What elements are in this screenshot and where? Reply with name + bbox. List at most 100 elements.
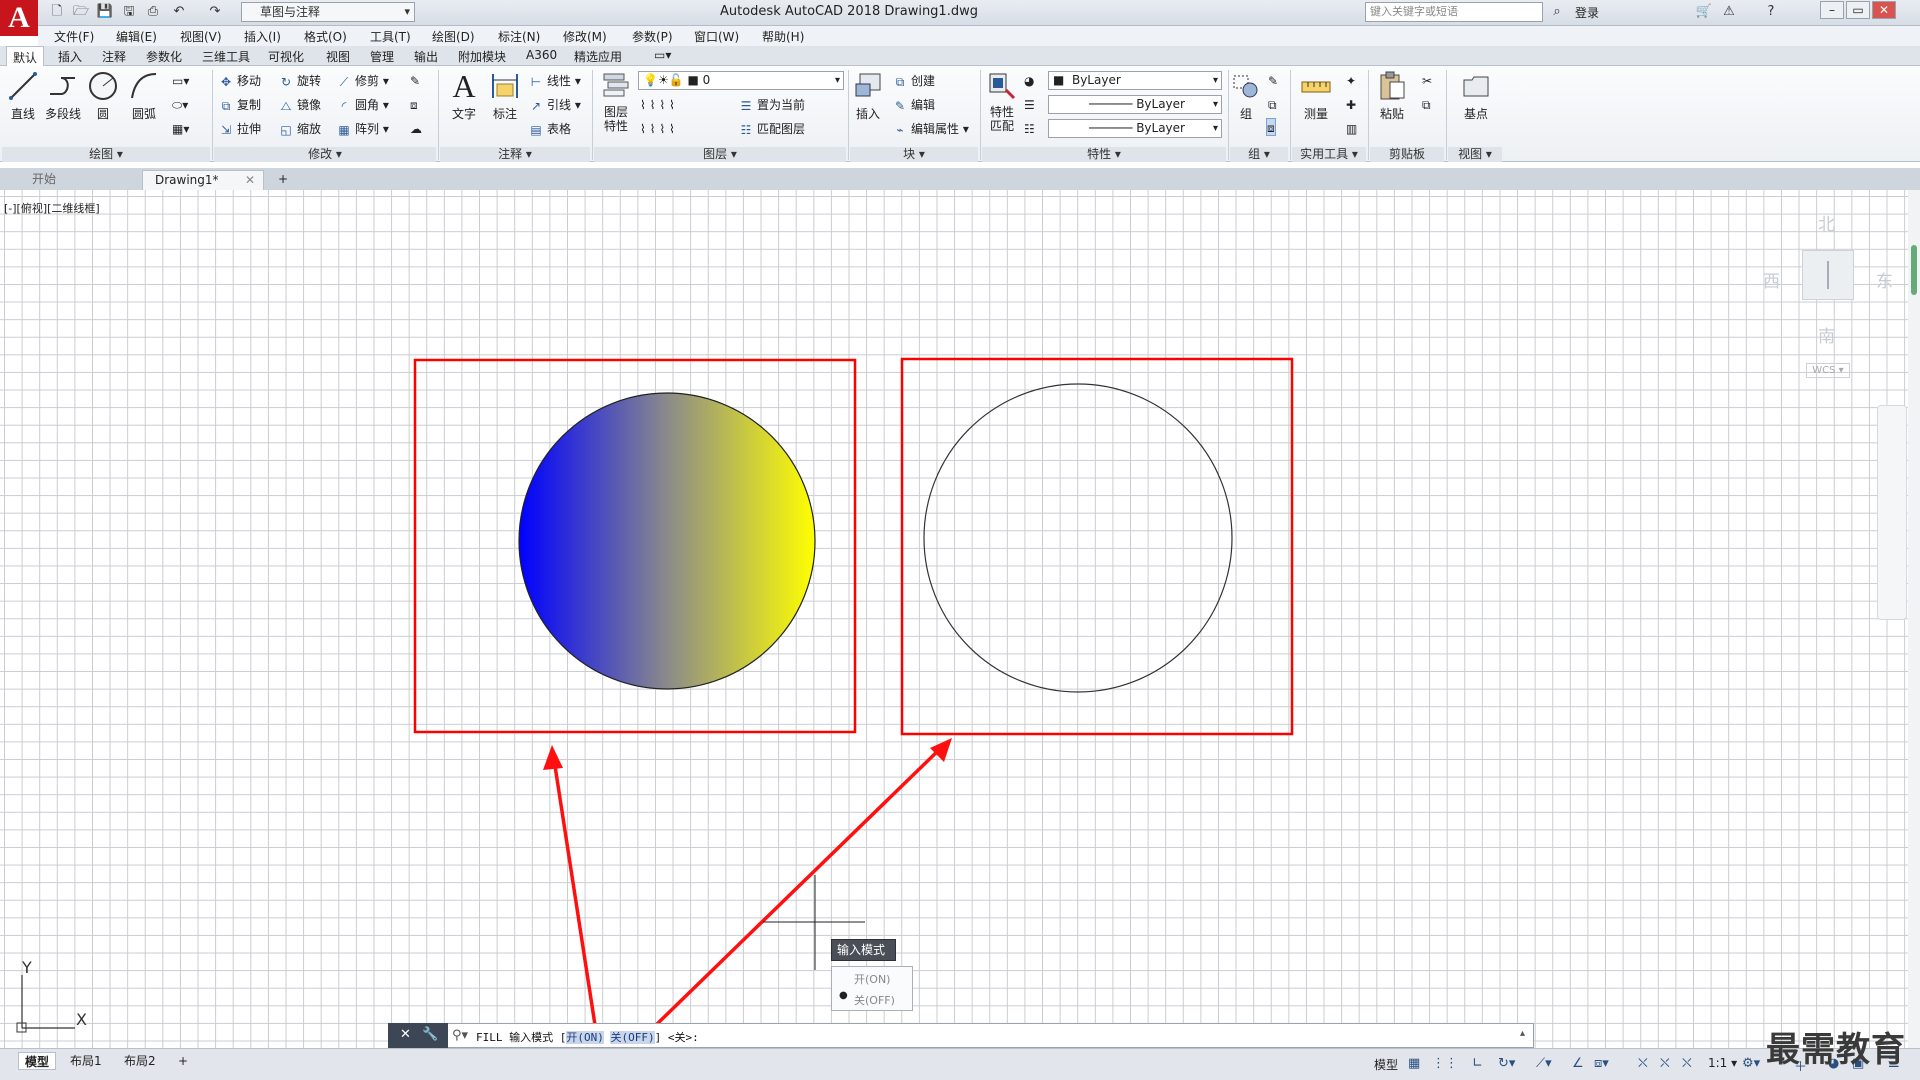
tab-output[interactable]: 输出 — [414, 48, 438, 65]
edit-attributes-button[interactable]: ⌁ 编辑属性 ▾ — [892, 120, 968, 138]
trim-button[interactable]: ⟋ 修剪 ▾ — [336, 72, 389, 90]
color-dropdown[interactable]: ■ ByLayer — [1048, 71, 1222, 90]
linetype-dropdown[interactable]: ────── ByLayer — [1048, 95, 1222, 114]
close-tab-icon[interactable]: ✕ — [245, 171, 255, 189]
tab-a360[interactable]: A360 — [526, 48, 557, 62]
close-command-icon[interactable]: ✕ — [400, 1027, 411, 1042]
match-properties-button[interactable]: 特性匹配 — [982, 70, 1022, 133]
help-icon[interactable]: ? — [1762, 4, 1780, 20]
command-option-on[interactable]: 开(ON) — [566, 1031, 604, 1044]
stretch-button[interactable]: ⇲ 拉伸 — [218, 120, 261, 138]
open-file-icon[interactable]: 🗁 — [72, 4, 90, 20]
panel-draw-title[interactable]: 绘图 ▾ — [2, 147, 210, 162]
menu-file[interactable]: 文件(F) — [54, 28, 94, 45]
command-history-icon[interactable]: ▴ — [1520, 1028, 1525, 1039]
tab-featured-apps[interactable]: 精选应用 — [574, 48, 622, 65]
rectangle-icon[interactable]: ▭▾ — [172, 72, 189, 90]
menu-draw[interactable]: 绘图(D) — [432, 28, 475, 45]
tab-view[interactable]: 视图 — [326, 48, 350, 65]
copy-clip-icon[interactable]: ⧉ — [1422, 96, 1431, 114]
annotation-scale-icon[interactable]: ⛌ — [1682, 1056, 1692, 1071]
polar-icon[interactable]: ↻▾ — [1498, 1056, 1515, 1071]
layout-tab-model[interactable]: 模型 — [18, 1052, 57, 1070]
panel-properties-title[interactable]: 特性 ▾ — [982, 147, 1226, 162]
menu-parametric[interactable]: 参数(P) — [632, 28, 673, 45]
input-mode-on-option[interactable]: 开(ON) — [854, 971, 890, 987]
move-button[interactable]: ✥ 移动 — [218, 72, 261, 90]
group-button[interactable]: 组 — [1226, 70, 1266, 122]
ribbon-options-icon[interactable]: ▭▾ — [654, 48, 671, 62]
panel-view-title[interactable]: 视图 ▾ — [1448, 147, 1502, 162]
fillet-button[interactable]: ◜ 圆角 ▾ — [336, 96, 389, 114]
autocad-logo[interactable]: A — [0, 0, 38, 36]
linear-button[interactable]: ⊢ 线性 ▾ — [528, 72, 581, 90]
create-block-button[interactable]: ⧉ 创建 — [892, 72, 935, 90]
tab-default[interactable]: 默认 — [6, 46, 45, 67]
copy-button[interactable]: ⧉ 复制 — [218, 96, 261, 114]
add-layout-button[interactable]: + — [172, 1052, 194, 1070]
gradient-filled-circle[interactable] — [518, 392, 816, 690]
cart-icon[interactable]: 🛒 — [1695, 4, 1713, 20]
layer-properties-button[interactable]: 图层特性 — [596, 70, 636, 133]
color-wheel-icon[interactable]: ◕ — [1024, 72, 1034, 90]
customize-command-icon[interactable]: 🔧 — [422, 1027, 438, 1042]
scale-button[interactable]: ◱ 缩放 — [278, 120, 321, 138]
polyline-button[interactable]: 多段线 — [43, 70, 83, 122]
table-button[interactable]: ▤ 表格 — [528, 120, 571, 138]
save-as-icon[interactable]: 🖫 — [120, 4, 138, 20]
match-layer-button[interactable]: ☷ 匹配图层 — [738, 120, 805, 138]
panel-utilities-title[interactable]: 实用工具 ▾ — [1292, 147, 1366, 162]
menu-modify[interactable]: 修改(M) — [563, 28, 607, 45]
array-button[interactable]: ▦ 阵列 ▾ — [336, 120, 389, 138]
layout-tab-layout2[interactable]: 布局2 — [118, 1052, 162, 1070]
otrack-icon[interactable]: ∠ — [1572, 1056, 1584, 1071]
viewcube[interactable] — [1802, 250, 1854, 300]
new-tab-button[interactable]: + — [272, 170, 294, 190]
menu-dimension[interactable]: 标注(N) — [498, 28, 540, 45]
viewcube-west[interactable]: 西 — [1763, 267, 1780, 292]
panel-clipboard-title[interactable]: 剪贴板 — [1370, 147, 1444, 162]
workspace-gear-icon[interactable]: ⚙▾ — [1742, 1056, 1760, 1071]
tab-parametric[interactable]: 参数化 — [146, 48, 182, 65]
login-button[interactable]: 登录 — [1575, 4, 1599, 21]
layer-dropdown[interactable]: 💡☀🔓 ■ 0 — [638, 71, 844, 90]
layout-tab-layout1[interactable]: 布局1 — [64, 1052, 108, 1070]
redo-icon[interactable]: ↷ — [206, 4, 224, 20]
ungroup-icon[interactable]: ✎ — [1268, 72, 1278, 90]
tab-start[interactable]: 开始 — [20, 170, 140, 190]
navigation-bar[interactable] — [1877, 405, 1907, 620]
layer-tools-row2[interactable]: ⌇ ⌇ ⌇ ⌇ — [640, 120, 675, 138]
line-button[interactable]: 直线 — [3, 70, 43, 122]
cut-icon[interactable]: ✂ — [1422, 72, 1432, 90]
mirror-button[interactable]: ⧍ 镜像 — [278, 96, 321, 114]
unfilled-circle[interactable] — [923, 383, 1233, 693]
viewcube-north[interactable]: 北 — [1818, 210, 1835, 235]
close-window-button[interactable]: ✕ — [1872, 1, 1896, 19]
viewcube-east[interactable]: 东 — [1876, 267, 1893, 292]
command-prompt-icon[interactable]: ⚲▾ — [452, 1028, 468, 1043]
new-file-icon[interactable]: 🗋 — [48, 4, 66, 20]
viewcube-south[interactable]: 南 — [1818, 322, 1835, 347]
ellipse-icon[interactable]: ⬭▾ — [172, 96, 188, 114]
menu-help[interactable]: 帮助(H) — [762, 28, 804, 45]
minimize-button[interactable]: – — [1820, 1, 1844, 19]
undo-icon[interactable]: ↶ — [170, 4, 188, 20]
point-icon[interactable]: ✚ — [1346, 96, 1356, 114]
tab-annotate[interactable]: 注释 — [102, 48, 126, 65]
maximize-button[interactable]: ▭ — [1846, 1, 1870, 19]
base-view-button[interactable]: 基点 — [1456, 70, 1496, 122]
model-space-button[interactable]: 模型 — [1374, 1056, 1398, 1073]
tab-insert[interactable]: 插入 — [58, 48, 82, 65]
make-current-button[interactable]: ☰ 置为当前 — [738, 96, 805, 114]
circle-button[interactable]: 圆 — [83, 70, 123, 122]
workspace-select[interactable]: 草图与注释 — [241, 2, 415, 22]
snap-icon[interactable]: ⋮⋮ — [1432, 1056, 1458, 1071]
menu-insert[interactable]: 插入(I) — [244, 28, 281, 45]
ortho-icon[interactable]: ∟ — [1472, 1056, 1483, 1071]
osnap-icon[interactable]: ⟋▾ — [1536, 1056, 1552, 1071]
search-input[interactable]: 键入关键字或短语 — [1365, 2, 1543, 22]
tab-3d-tools[interactable]: 三维工具 — [202, 48, 250, 65]
tab-drawing1[interactable]: Drawing1* ✕ — [142, 170, 264, 190]
insert-block-button[interactable]: 插入 — [848, 70, 888, 122]
menu-format[interactable]: 格式(O) — [304, 28, 347, 45]
